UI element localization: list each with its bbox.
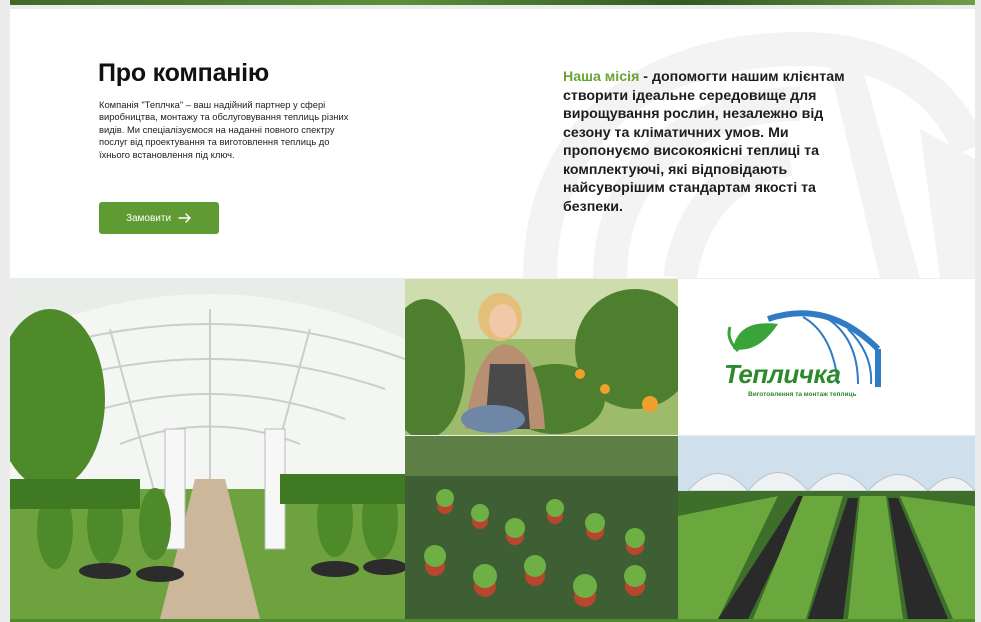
about-title: Про компанію bbox=[98, 59, 270, 87]
seedlings-photo bbox=[405, 436, 678, 619]
logo-tile: Тепличка Виготовлення та монтаж теплиць bbox=[678, 279, 975, 435]
mission-text: Наша місія - допомогти нашим клієнтам ст… bbox=[563, 68, 868, 216]
greenhouse-field-photo bbox=[678, 436, 975, 619]
greenhouse-logo-icon bbox=[727, 310, 881, 387]
about-description: Компанія "Теплчка" – ваш надійний партне… bbox=[99, 99, 349, 160]
greenhouse-interior-photo bbox=[10, 279, 405, 619]
mission-body: - допомогти нашим клієнтам створити ідеа… bbox=[563, 69, 845, 215]
order-button-label: Замовити bbox=[125, 212, 172, 224]
logo-tagline: Виготовлення та монтаж теплиць bbox=[748, 391, 857, 398]
top-image-strip bbox=[10, 0, 975, 5]
arrow-right-icon bbox=[178, 213, 192, 223]
gardener-photo bbox=[405, 279, 678, 435]
about-section: Про компанію Компанія "Теплчка" – ваш на… bbox=[10, 9, 975, 278]
order-button[interactable]: Замовити bbox=[99, 202, 219, 234]
mission-highlight: Наша місія bbox=[563, 69, 640, 85]
logo-name: Тепличка bbox=[724, 359, 841, 389]
